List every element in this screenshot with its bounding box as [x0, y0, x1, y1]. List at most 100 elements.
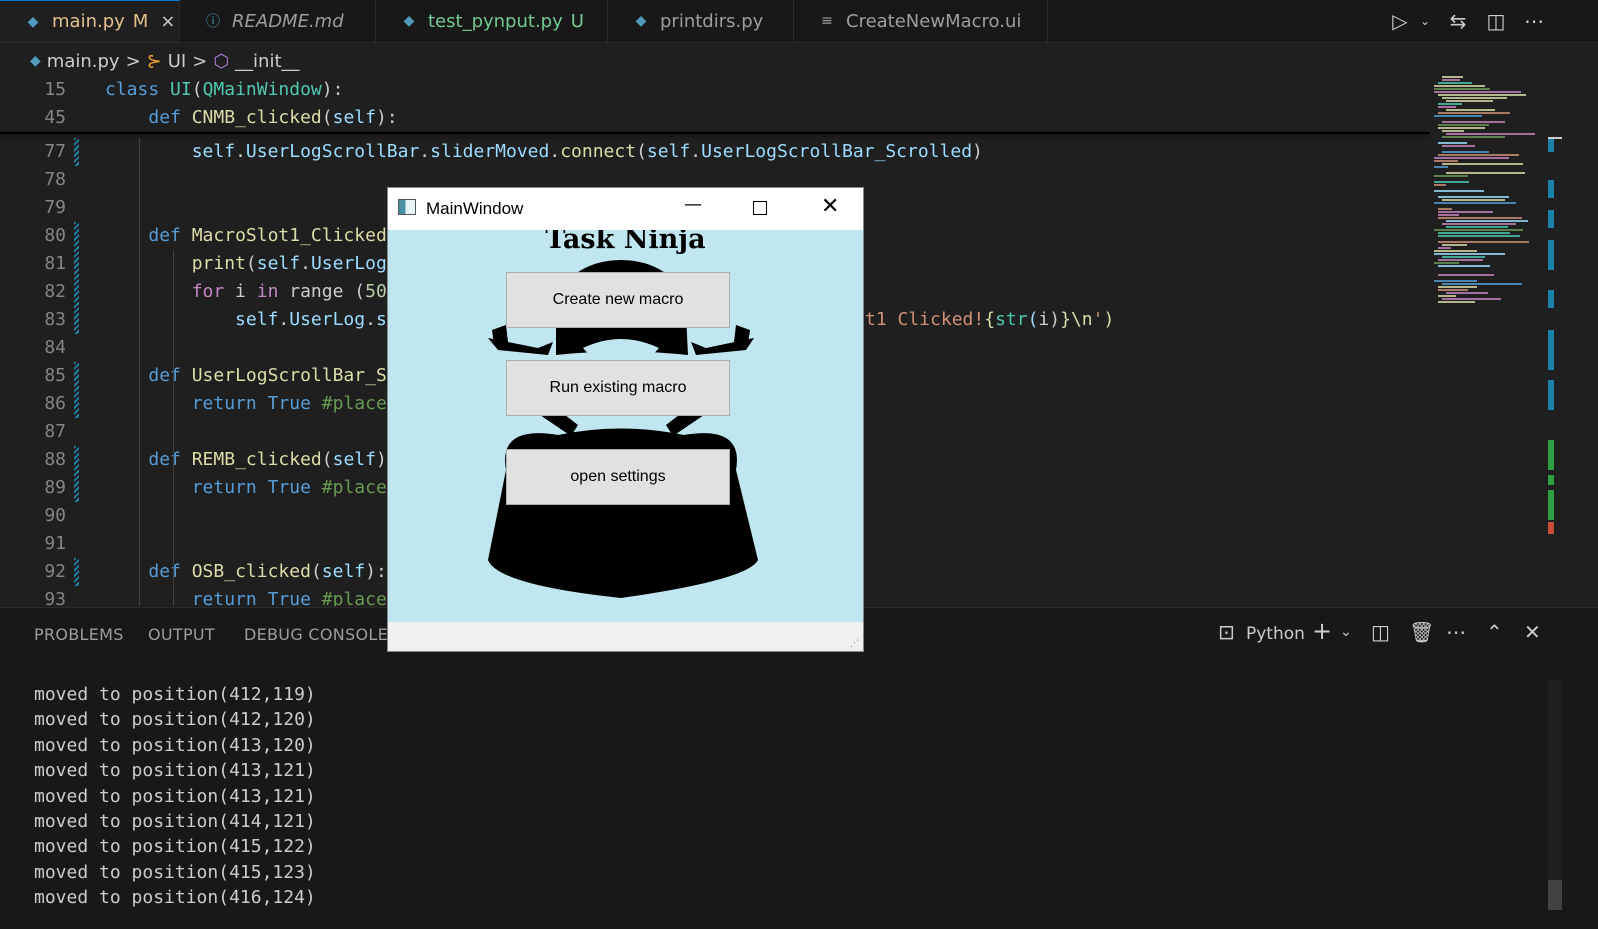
- minimap-line: [1434, 175, 1468, 177]
- code-text[interactable]: self.UserLog.set: [105, 306, 408, 334]
- code-text[interactable]: for i in range (50): [105, 278, 398, 306]
- line-number: 90: [44, 505, 66, 526]
- tab-label: printdirs.py: [660, 10, 764, 32]
- code-line[interactable]: 15 class UI(QMainWindow):: [0, 76, 1430, 104]
- git-modified-marker[interactable]: [74, 138, 79, 166]
- chevron-down-icon[interactable]: ⌄: [1340, 624, 1352, 640]
- minimap-line: [1442, 136, 1505, 138]
- terminal-icon[interactable]: ⊡: [1218, 620, 1235, 644]
- git-modified-marker[interactable]: [74, 474, 79, 502]
- breadcrumb: ◆ main.py > ⊱ UI > ⬡ __init__: [30, 48, 300, 74]
- minimap-line: [1438, 106, 1456, 108]
- code-text[interactable]: self.UserLogScrollBar.sliderMoved.connec…: [105, 138, 983, 166]
- code-text[interactable]: return True #placeh: [105, 474, 398, 502]
- code-line[interactable]: 77 self.UserLogScrollBar.sliderMoved.con…: [0, 138, 1430, 166]
- minimap-line: [1434, 91, 1521, 93]
- minimap-line: [1438, 301, 1475, 303]
- breadcrumb-method[interactable]: __init__: [235, 51, 299, 72]
- minimap-line: [1438, 247, 1451, 249]
- python-icon: ◆: [635, 13, 647, 29]
- minimap-line: [1434, 160, 1458, 162]
- code-text[interactable]: def UserLogScrollBar_S: [105, 362, 386, 390]
- resize-grip-icon[interactable]: ⋰: [850, 639, 859, 649]
- tab-readme[interactable]: ⓘ README.md: [180, 0, 376, 42]
- debug-console-output: moved to position(412,119) moved to posit…: [34, 682, 316, 911]
- code-text[interactable]: def MacroSlot1_Clicked: [105, 222, 386, 250]
- scrollbar-marker: [1548, 522, 1554, 534]
- scrollbar-marker: [1548, 210, 1554, 228]
- tab-output[interactable]: OUTPUT: [148, 625, 215, 644]
- code-text[interactable]: def CNMB_clicked(self):: [105, 104, 397, 132]
- code-text[interactable]: class UI(QMainWindow):: [105, 76, 343, 104]
- git-modified-marker[interactable]: [74, 362, 79, 390]
- minimap-line: [1434, 85, 1485, 87]
- minimap-line: [1442, 163, 1523, 165]
- minimap-line: [1438, 112, 1510, 114]
- panel-scrollbar[interactable]: [1548, 680, 1562, 880]
- code-text[interactable]: t1 Clicked!{str(i)}\n'): [865, 306, 1114, 334]
- code-text[interactable]: print(self.UserLog.: [105, 250, 398, 278]
- code-text[interactable]: return True #placeh: [105, 390, 398, 418]
- more-actions-icon[interactable]: ⋯: [1446, 620, 1466, 644]
- code-text[interactable]: def REMB_clicked(self): [105, 446, 386, 474]
- minimap-line: [1446, 109, 1495, 111]
- minimap[interactable]: [1430, 76, 1548, 306]
- output-line: moved to position(415,123): [34, 861, 316, 883]
- tab-printdirs[interactable]: ◆ printdirs.py: [608, 0, 794, 42]
- git-modified-marker[interactable]: [74, 278, 79, 306]
- scrollbar-marker: [1548, 330, 1554, 370]
- run-existing-macro-button[interactable]: Run existing macro: [506, 360, 730, 416]
- python-icon: ◆: [30, 53, 41, 69]
- minimap-line: [1438, 241, 1529, 243]
- minimap-line: [1434, 157, 1509, 159]
- compare-changes-icon[interactable]: ⇆: [1443, 6, 1473, 36]
- close-panel-icon[interactable]: ✕: [1524, 620, 1541, 644]
- close-icon[interactable]: ✕: [821, 194, 839, 219]
- maximize-panel-icon[interactable]: ⌃: [1486, 620, 1503, 644]
- code-line[interactable]: 45 def CNMB_clicked(self):: [0, 104, 1430, 132]
- minimap-line: [1434, 184, 1446, 186]
- window-titlebar[interactable]: MainWindow — ✕: [388, 188, 863, 230]
- create-new-macro-button[interactable]: Create new macro: [506, 272, 730, 328]
- tab-problems[interactable]: PROBLEMS: [34, 625, 124, 644]
- minimap-line: [1438, 127, 1485, 129]
- tab-debug-console[interactable]: DEBUG CONSOLE: [244, 625, 388, 644]
- open-settings-button[interactable]: open settings: [506, 449, 730, 505]
- more-actions-icon[interactable]: ⋯: [1519, 6, 1549, 36]
- git-modified-marker[interactable]: [74, 222, 79, 250]
- line-number: 84: [44, 337, 66, 358]
- git-modified-marker[interactable]: [74, 250, 79, 278]
- minimize-icon[interactable]: —: [684, 194, 702, 215]
- minimap-line: [1442, 76, 1463, 78]
- code-text[interactable]: return True #placeh: [105, 586, 398, 606]
- git-modified-marker[interactable]: [74, 390, 79, 418]
- breadcrumb-class[interactable]: UI: [168, 51, 186, 72]
- terminal-name[interactable]: Python: [1246, 624, 1305, 644]
- git-modified-marker[interactable]: [74, 306, 79, 334]
- minimap-line: [1442, 97, 1507, 99]
- minimap-line: [1438, 208, 1452, 210]
- split-terminal-icon[interactable]: ◫: [1371, 620, 1390, 644]
- minimap-line: [1442, 199, 1505, 201]
- split-editor-icon[interactable]: ◫: [1481, 6, 1511, 36]
- close-icon[interactable]: ×: [160, 11, 175, 32]
- maximize-icon[interactable]: [753, 201, 767, 215]
- add-terminal-icon[interactable]: +: [1312, 617, 1332, 645]
- code-text[interactable]: def OSB_clicked(self):: [105, 558, 386, 586]
- app-icon: [398, 199, 416, 215]
- qt-main-window: MainWindow — ✕ Task Ninja Create new mac…: [387, 187, 864, 652]
- git-modified-marker[interactable]: [74, 558, 79, 586]
- breadcrumb-file[interactable]: main.py: [47, 51, 120, 72]
- minimap-line: [1446, 226, 1508, 228]
- tab-main-py[interactable]: ◆ main.py M ×: [0, 0, 180, 42]
- panel-scrollbar-thumb[interactable]: [1548, 880, 1562, 910]
- line-number: 85: [44, 365, 66, 386]
- chevron-down-icon[interactable]: ⌄: [1410, 6, 1440, 36]
- minimap-line: [1438, 265, 1490, 267]
- tab-createnewmacro-ui[interactable]: ≡ CreateNewMacro.ui: [794, 0, 1048, 42]
- tab-test-pynput[interactable]: ◆ test_pynput.py U: [376, 0, 608, 42]
- trash-icon[interactable]: 🗑: [1409, 620, 1434, 644]
- python-icon: ◆: [27, 13, 39, 30]
- app-heading: Task Ninja: [545, 230, 706, 255]
- git-modified-marker[interactable]: [74, 446, 79, 474]
